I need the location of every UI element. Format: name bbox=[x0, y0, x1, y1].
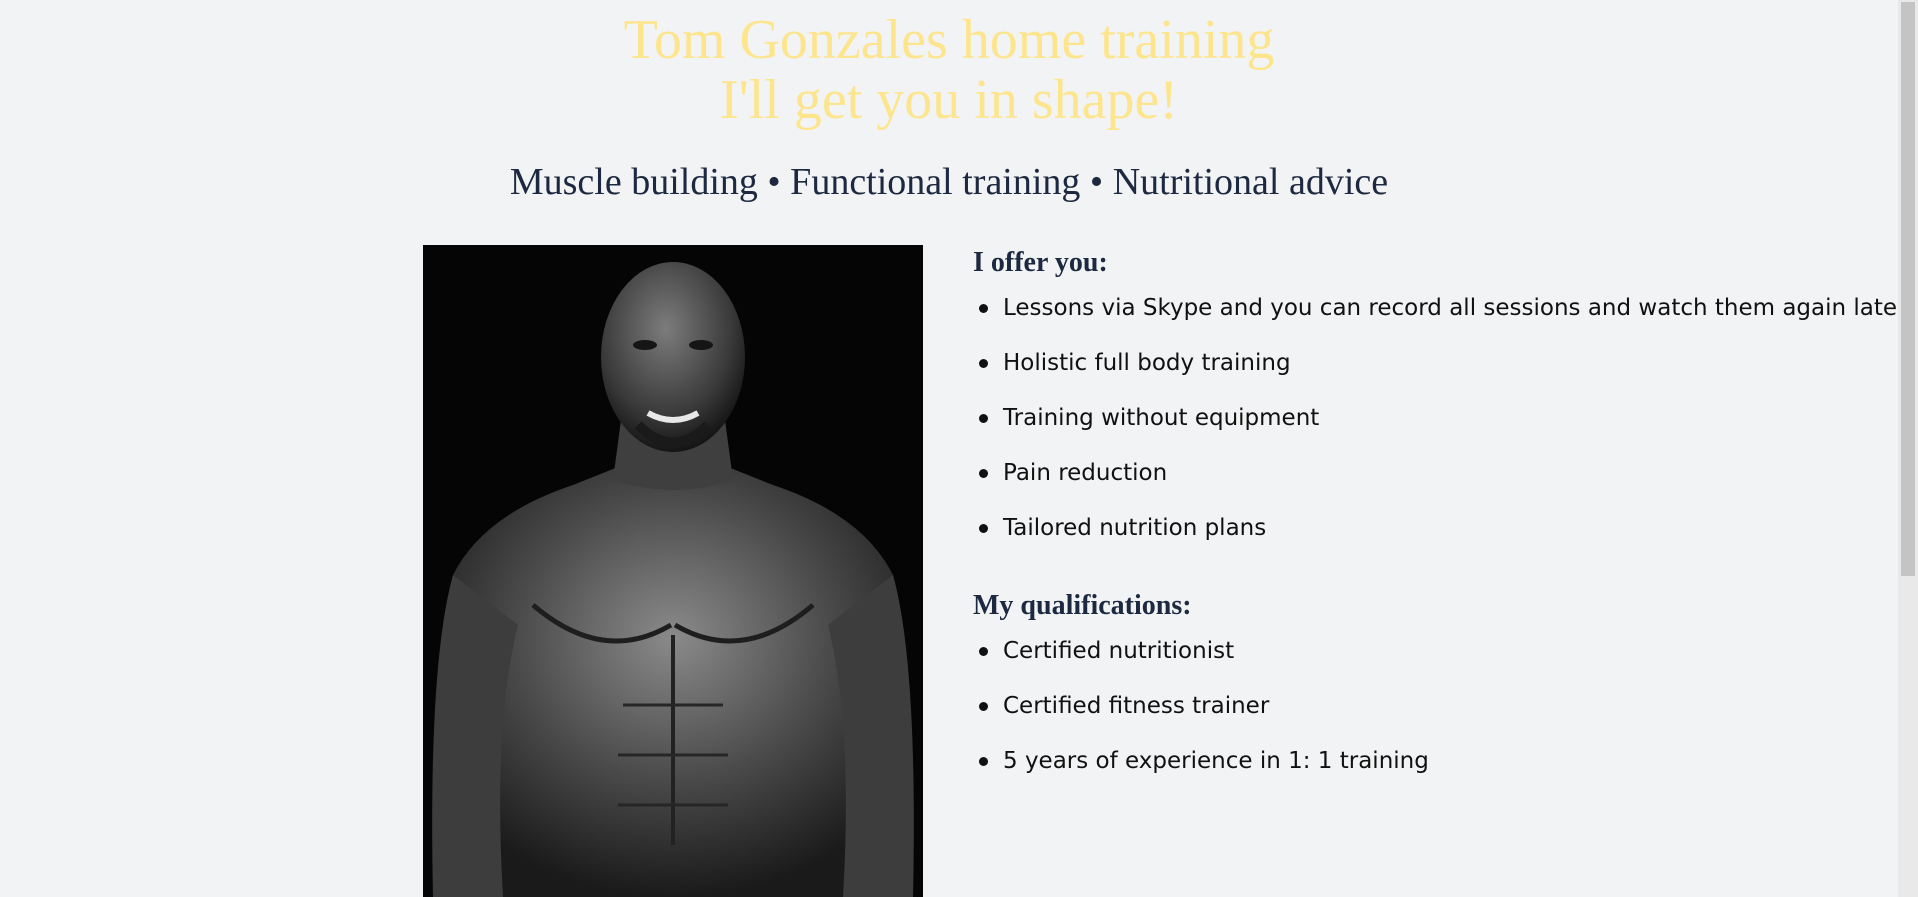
list-item: Lessons via Skype and you can record all… bbox=[973, 291, 1912, 346]
list-item: Certified fitness trainer bbox=[973, 689, 1893, 744]
bullet-icon bbox=[979, 304, 988, 313]
trainer-photo bbox=[423, 245, 923, 897]
bullet-icon bbox=[979, 702, 988, 711]
page-title: Tom Gonzales home training bbox=[623, 9, 1275, 71]
scrollbar-thumb[interactable] bbox=[1901, 2, 1915, 576]
list-item: Training without equipment bbox=[973, 401, 1893, 456]
qualification-item-label: Certified nutritionist bbox=[1003, 638, 1235, 664]
qualifications-heading: My qualifications: bbox=[973, 590, 1192, 621]
qualification-item-label: 5 years of experience in 1: 1 training bbox=[1003, 748, 1429, 774]
bullet-icon bbox=[979, 757, 988, 766]
services-subtitle: Muscle building • Functional training • … bbox=[509, 161, 1389, 203]
bullet-icon bbox=[979, 469, 988, 478]
qualifications-list: Certified nutritionist Certified fitness… bbox=[973, 634, 1893, 799]
bullet-icon bbox=[979, 414, 988, 423]
offer-item-label: Lessons via Skype and you can record all… bbox=[1003, 295, 1912, 321]
offer-heading: I offer you: bbox=[973, 247, 1108, 278]
offer-item-label: Training without equipment bbox=[1003, 405, 1320, 431]
bullet-icon bbox=[979, 359, 988, 368]
page-tagline: I'll get you in shape! bbox=[720, 69, 1178, 131]
list-item: Tailored nutrition plans bbox=[973, 511, 1893, 566]
bullet-icon bbox=[979, 647, 988, 656]
bullet-icon bbox=[979, 524, 988, 533]
list-item: 5 years of experience in 1: 1 training bbox=[973, 744, 1893, 799]
offer-item-label: Pain reduction bbox=[1003, 460, 1168, 486]
list-item: Holistic full body training bbox=[973, 346, 1893, 401]
offer-item-label: Tailored nutrition plans bbox=[1003, 515, 1267, 541]
offer-list: Lessons via Skype and you can record all… bbox=[973, 291, 1912, 566]
page-header: Tom Gonzales home training I'll get you … bbox=[0, 0, 1898, 130]
content-panel: I offer you: Lessons via Skype and you c… bbox=[973, 245, 1912, 799]
vertical-scrollbar[interactable] bbox=[1898, 0, 1918, 897]
offer-item-label: Holistic full body training bbox=[1003, 350, 1291, 376]
list-item: Certified nutritionist bbox=[973, 634, 1893, 689]
list-item: Pain reduction bbox=[973, 456, 1893, 511]
qualification-item-label: Certified fitness trainer bbox=[1003, 693, 1270, 719]
